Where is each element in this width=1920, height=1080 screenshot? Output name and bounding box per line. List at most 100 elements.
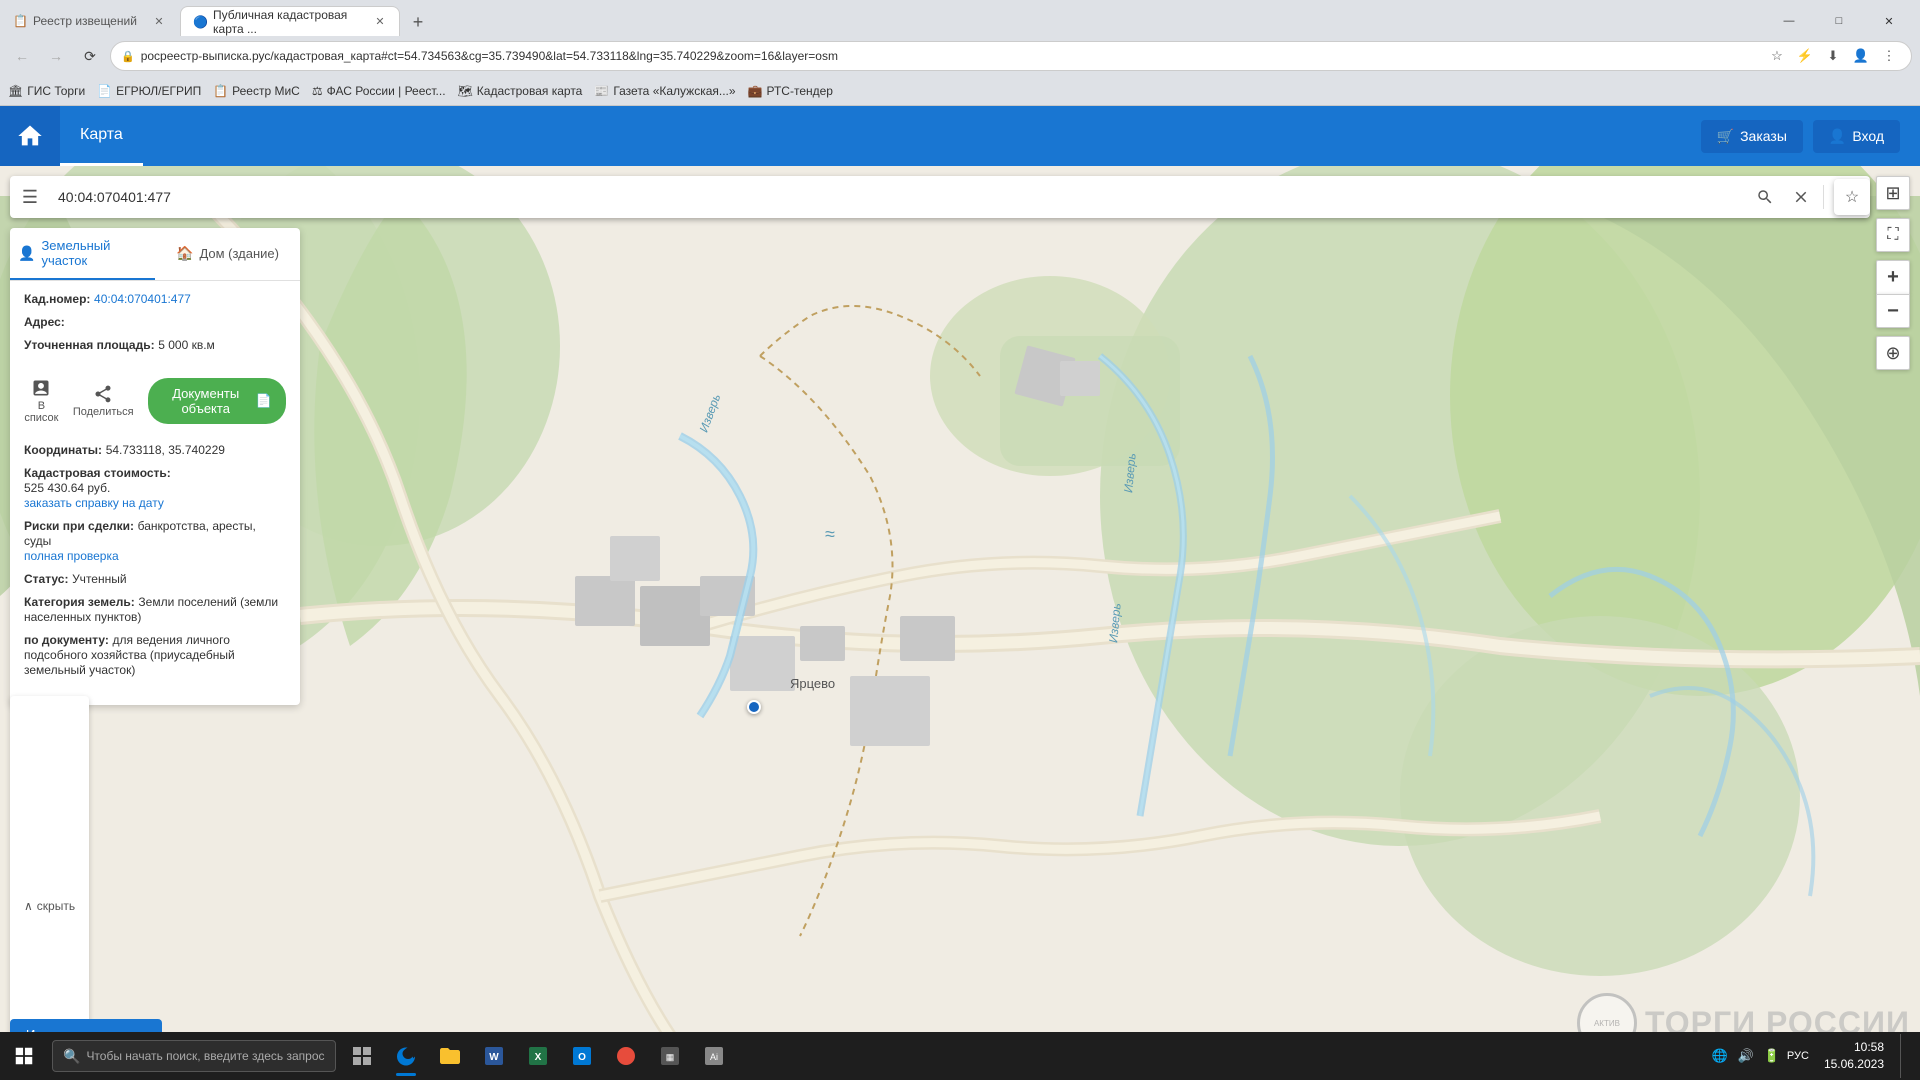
taskbar-app-app6[interactable] <box>604 1034 648 1078</box>
svg-text:X: X <box>534 1052 541 1063</box>
new-tab-button[interactable]: + <box>404 8 432 36</box>
taskbar-app-files[interactable] <box>428 1034 472 1078</box>
bm7-label: РТС-тендер <box>767 84 833 98</box>
taskbar-app-outlook[interactable]: O <box>560 1034 604 1078</box>
tab2-close[interactable]: ✕ <box>373 14 387 30</box>
orders-button[interactable]: 🛒 Заказы <box>1701 120 1803 153</box>
outlook-icon: O <box>570 1044 594 1068</box>
settings-dots-icon[interactable]: ⋮ <box>1877 44 1901 68</box>
coordinates-label: Координаты: <box>24 443 102 457</box>
download-icon[interactable]: ⬇ <box>1821 44 1845 68</box>
map-container[interactable]: Изверь Изверь Изверь ≈ Ярцево ☰ ☆ 👤 Зе <box>0 166 1920 1080</box>
bm1-label: ГИС Торги <box>27 84 85 98</box>
map-nav-link[interactable]: Карта <box>60 106 143 166</box>
tab-bar: 📋 Реестр извещений ✕ 🔵 Публичная кадастр… <box>0 0 1920 36</box>
tab-reestry[interactable]: 📋 Реестр извещений ✕ <box>0 6 180 36</box>
tray-battery-icon[interactable]: 🔋 <box>1762 1046 1782 1066</box>
tab-cadastre[interactable]: 🔵 Публичная кадастровая карта ... ✕ <box>180 6 400 36</box>
windows-icon <box>13 1045 35 1067</box>
tab-building[interactable]: 🏠 Дом (здание) <box>155 228 300 280</box>
close-button[interactable]: ✕ <box>1866 6 1912 36</box>
svg-text:▦: ▦ <box>665 1052 674 1062</box>
search-clear-button[interactable] <box>1783 179 1819 215</box>
ploschad-value: 5 000 кв.м <box>158 338 215 352</box>
hamburger-menu-button[interactable]: ☰ <box>10 176 50 218</box>
search-input[interactable] <box>50 189 1747 205</box>
add-to-list-button[interactable]: В список <box>24 378 59 424</box>
reload-button[interactable]: ⟳ <box>76 42 104 70</box>
address-bar-row: ← → ⟳ 🔒 росреестр-выписка.рус/кадастрова… <box>0 36 1920 76</box>
taskbar-app-word[interactable]: W <box>472 1034 516 1078</box>
bookmark-star-icon[interactable]: ☆ <box>1765 44 1789 68</box>
taskbar-clock[interactable]: 10:58 15.06.2023 <box>1816 1039 1892 1073</box>
taskbar-app-taskview[interactable] <box>340 1034 384 1078</box>
search-submit-button[interactable] <box>1747 179 1783 215</box>
bm7-icon: 💼 <box>748 84 763 98</box>
panel-body: Кад.номер: 40:04:070401:477 Адрес: Уточн… <box>10 281 300 370</box>
taskbar-app-app8[interactable]: Ai <box>692 1034 736 1078</box>
excel-icon: X <box>526 1044 550 1068</box>
login-button[interactable]: 👤 Вход <box>1813 120 1900 153</box>
svg-text:W: W <box>489 1052 499 1063</box>
address-text: росреестр-выписка.рус/кадастровая_карта#… <box>141 49 1757 63</box>
share-btn-label: Поделиться <box>73 406 134 418</box>
info-panel: 👤 Земельный участок 🏠 Дом (здание) Кад.н… <box>10 228 300 705</box>
list-btn-label: В список <box>24 400 59 424</box>
bookmarks-bar: 🏛 ГИС Торги 📄 ЕГРЮЛ/ЕГРИП 📋 Реестр МиС ⚖… <box>0 76 1920 106</box>
bm3-icon: 📋 <box>213 84 228 98</box>
tray-rus-label[interactable]: РУС <box>1788 1046 1808 1066</box>
taskbar-app-edge[interactable] <box>384 1034 428 1078</box>
systray: 🌐 🔊 🔋 РУС <box>1710 1046 1808 1066</box>
tab1-title: Реестр извещений <box>33 14 137 28</box>
kad-nomer-value[interactable]: 40:04:070401:477 <box>94 292 191 306</box>
doc-row: по документу: для ведения личного подсоб… <box>24 632 286 677</box>
bookmark-gis-torgi[interactable]: 🏛 ГИС Торги <box>8 84 85 98</box>
map-controls-right: ⊞ ⛶ + − ⊕ <box>1876 176 1910 370</box>
bookmark-fas[interactable]: ⚖ ФАС России | Реест... <box>312 84 446 98</box>
extension-icon[interactable]: ⚡ <box>1793 44 1817 68</box>
forward-button[interactable]: → <box>42 42 70 70</box>
geolocate-button[interactable]: ⊕ <box>1876 336 1910 370</box>
share-button[interactable]: Поделиться <box>73 384 134 418</box>
bookmark-reestr-mis[interactable]: 📋 Реестр МиС <box>213 84 300 98</box>
address-box[interactable]: 🔒 росреестр-выписка.рус/кадастровая_карт… <box>110 41 1912 71</box>
bookmark-egrip[interactable]: 📄 ЕГРЮЛ/ЕГРИП <box>97 84 201 98</box>
taskbar-app-app7[interactable]: ▦ <box>648 1034 692 1078</box>
start-button[interactable] <box>0 1032 48 1080</box>
spravka-link[interactable]: заказать справку на дату <box>24 496 164 510</box>
bm2-label: ЕГРЮЛ/ЕГРИП <box>116 84 201 98</box>
taskbar-search[interactable]: 🔍 Чтобы начать поиск, введите здесь запр… <box>52 1040 336 1072</box>
app7-icon: ▦ <box>658 1044 682 1068</box>
home-button[interactable] <box>0 106 60 166</box>
tray-network-icon[interactable]: 🌐 <box>1710 1046 1730 1066</box>
bookmark-rts[interactable]: 💼 РТС-тендер <box>748 84 833 98</box>
fullscreen-button[interactable]: ⛶ <box>1876 218 1910 252</box>
taskview-icon <box>350 1044 374 1068</box>
tray-volume-icon[interactable]: 🔊 <box>1736 1046 1756 1066</box>
minimize-button[interactable]: — <box>1766 6 1812 36</box>
bookmark-gazeta[interactable]: 📰 Газета «Калужская...» <box>594 84 735 98</box>
profile-icon[interactable]: 👤 <box>1849 44 1873 68</box>
zoom-in-button[interactable]: + <box>1876 260 1910 294</box>
app6-icon <box>614 1044 638 1068</box>
show-desktop-button[interactable] <box>1900 1034 1908 1078</box>
bm4-label: ФАС России | Реест... <box>327 84 446 98</box>
doc-label: по документу: <box>24 633 109 647</box>
taskbar-app-excel[interactable]: X <box>516 1034 560 1078</box>
documents-button[interactable]: Документы объекта 📄 <box>148 378 286 424</box>
layers-button[interactable]: ⊞ <box>1876 176 1910 210</box>
ploschad-row: Уточненная площадь: 5 000 кв.м <box>24 337 286 352</box>
tab2-label: Дом (здание) <box>199 246 279 261</box>
tab-land-plot[interactable]: 👤 Земельный участок <box>10 228 155 280</box>
bookmark-cadastre[interactable]: 🗺 Кадастровая карта <box>458 84 583 98</box>
tab1-close[interactable]: ✕ <box>151 13 167 29</box>
back-button[interactable]: ← <box>8 42 36 70</box>
maximize-button[interactable]: □ <box>1816 6 1862 36</box>
kad-stoimost-row: Кадастровая стоимость: 525 430.64 руб. з… <box>24 465 286 510</box>
lock-icon: 🔒 <box>121 50 135 63</box>
clock-time: 10:58 <box>1824 1039 1884 1056</box>
map-marker <box>747 700 761 714</box>
zoom-out-button[interactable]: − <box>1876 294 1910 328</box>
map-bookmark-button[interactable]: ☆ <box>1834 179 1870 215</box>
proverka-link[interactable]: полная проверка <box>24 549 119 563</box>
